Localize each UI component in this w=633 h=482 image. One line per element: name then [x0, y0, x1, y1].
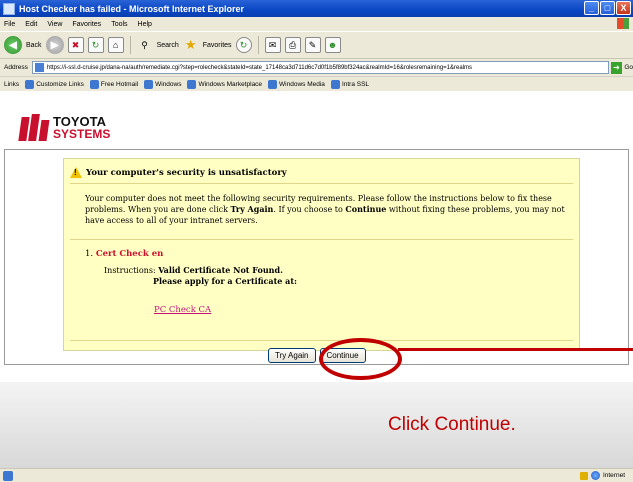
divider [70, 183, 573, 184]
window-controls: _ □ X [584, 1, 631, 15]
link-intra-ssl[interactable]: Intra SSL [330, 79, 369, 89]
globe-icon [590, 471, 600, 480]
back-arrow-icon[interactable]: ◀ [4, 36, 22, 54]
menu-favorites[interactable]: Favorites [72, 21, 101, 28]
link-windows-media[interactable]: Windows Media [268, 79, 325, 89]
links-bar: Links Customize Links Free Hotmail Windo… [0, 76, 633, 91]
link-label[interactable]: Windows [155, 81, 181, 88]
address-label: Address [4, 64, 28, 71]
menu-file[interactable]: File [4, 21, 15, 28]
zone-label: Internet [602, 472, 625, 479]
search-icon[interactable]: ⚲ [137, 37, 153, 53]
address-url[interactable]: https://i-ssl.d-cruise.jp/dana-na/auth/r… [47, 65, 472, 71]
warning-heading: Your computer's security is unsatisfacto… [70, 167, 287, 178]
link-windows[interactable]: Windows [144, 79, 181, 89]
requirement-title: 1. Cert Check en [85, 249, 164, 259]
security-warning-panel: Your computer's security is unsatisfacto… [63, 158, 580, 351]
toolbar-divider [257, 36, 259, 54]
link-customize[interactable]: Customize Links [25, 79, 84, 89]
link-label[interactable]: Customize Links [36, 81, 84, 88]
mail-icon[interactable]: ✉ [264, 37, 281, 53]
page-status-icon [3, 470, 13, 481]
menu-tools[interactable]: Tools [111, 21, 127, 28]
stop-icon[interactable]: ✖ [67, 37, 84, 53]
link-icon [268, 79, 278, 89]
title-bar: Host Checker has failed - Microsoft Inte… [0, 0, 633, 17]
favorites-button-label[interactable]: Favorites [203, 42, 232, 49]
link-label[interactable]: Windows Marketplace [198, 81, 262, 88]
callout-pointer-line [398, 348, 633, 351]
lock-icon [579, 471, 588, 480]
link-label[interactable]: Intra SSL [342, 81, 369, 88]
link-icon [330, 79, 340, 89]
back-button-label[interactable]: Back [26, 42, 42, 49]
page-icon [34, 63, 44, 72]
go-arrow-icon[interactable]: ➜ [610, 61, 623, 74]
warning-heading-text: Your computer's security is unsatisfacto… [86, 167, 287, 178]
security-zone: Internet [579, 471, 625, 480]
logo-mark-icon [18, 114, 50, 142]
links-label: Links [4, 80, 20, 88]
requirement-name: Cert Check en [95, 249, 164, 259]
toolbar: ◀ Back ▶ ✖ ↻ ⌂ ⚲ Search ★ Favorites ↻ ✉ … [0, 31, 633, 59]
callout-text: Click Continue. [388, 414, 516, 435]
close-button[interactable]: X [616, 1, 631, 15]
go-button[interactable]: Go [624, 64, 633, 71]
menu-view[interactable]: View [47, 21, 62, 28]
link-icon [25, 79, 35, 89]
search-button-label[interactable]: Search [157, 42, 179, 49]
ie-icon [3, 2, 15, 15]
logo-line2: SYSTEMS [53, 127, 111, 141]
home-icon[interactable]: ⌂ [107, 37, 124, 53]
menu-help[interactable]: Help [138, 21, 152, 28]
try-again-button[interactable]: Try Again [268, 348, 316, 363]
status-bar: Internet [0, 468, 633, 482]
forward-arrow-icon[interactable]: ▶ [45, 36, 64, 54]
link-label[interactable]: Windows Media [279, 81, 325, 88]
highlight-circle [319, 338, 402, 380]
pc-check-ca-link[interactable]: PC Check CA [154, 305, 211, 315]
divider [70, 239, 573, 240]
toyota-systems-logo: TOYOTA SYSTEMS [18, 114, 111, 142]
link-hotmail[interactable]: Free Hotmail [89, 79, 138, 89]
toolbar-divider [129, 36, 131, 54]
warning-message: Your computer does not meet the followin… [85, 194, 565, 225]
logo-text: TOYOTA SYSTEMS [53, 115, 111, 141]
link-marketplace[interactable]: Windows Marketplace [187, 79, 262, 89]
edit-icon[interactable]: ✎ [304, 37, 321, 53]
favorites-star-icon[interactable]: ★ [183, 37, 199, 53]
page-footer-band [0, 382, 633, 468]
link-icon [187, 79, 197, 89]
warning-icon [70, 167, 82, 178]
maximize-button[interactable]: □ [600, 1, 615, 15]
link-label[interactable]: Free Hotmail [101, 81, 138, 88]
link-icon [144, 79, 154, 89]
windows-flag-icon [617, 18, 629, 29]
menu-bar: File Edit View Favorites Tools Help [0, 17, 633, 31]
requirement-instructions: Instructions: Valid Certificate Not Foun… [104, 265, 297, 286]
address-input[interactable]: https://i-ssl.d-cruise.jp/dana-na/auth/r… [31, 61, 609, 74]
menu-edit[interactable]: Edit [25, 21, 37, 28]
history-icon[interactable]: ↻ [235, 37, 252, 53]
messenger-icon[interactable]: ☻ [324, 37, 341, 53]
print-icon[interactable]: ⎙ [284, 37, 301, 53]
divider [70, 340, 573, 341]
minimize-button[interactable]: _ [584, 1, 599, 15]
link-icon [89, 79, 99, 89]
refresh-icon[interactable]: ↻ [87, 37, 104, 53]
address-bar: Address https://i-ssl.d-cruise.jp/dana-n… [0, 59, 633, 76]
window-title: Host Checker has failed - Microsoft Inte… [19, 3, 245, 14]
